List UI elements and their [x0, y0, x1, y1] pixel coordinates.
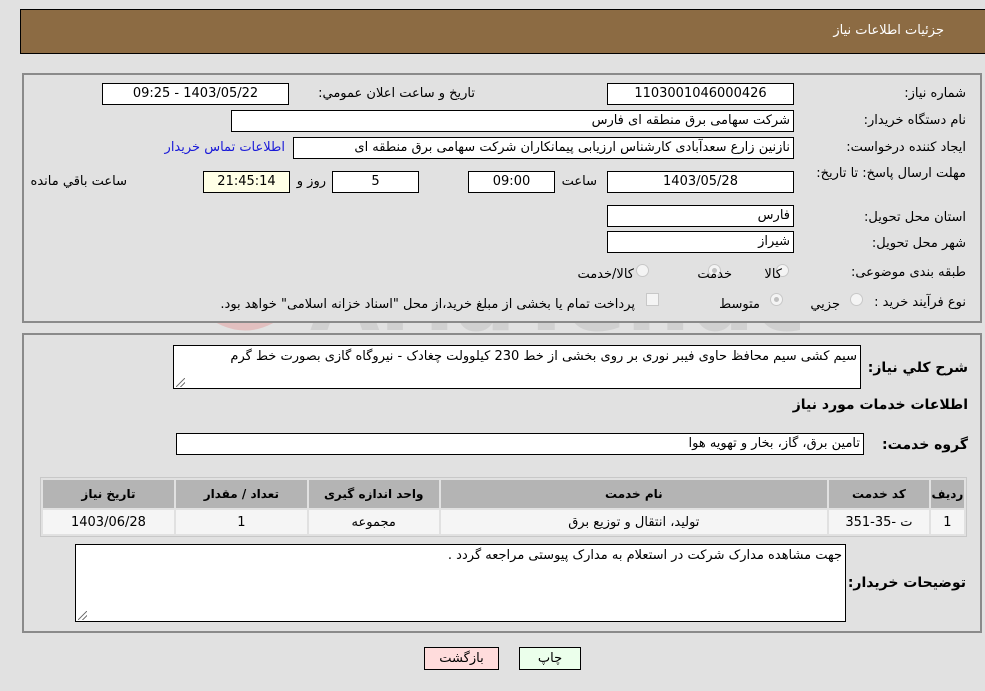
- description-text: سیم کشی سیم محافظ حاوی فیبر نوری بر روی …: [230, 349, 857, 364]
- description-label: شرح کلي نیاز:: [867, 360, 968, 376]
- table-header-row: ردیف کد خدمت نام خدمت واحد اندازه گیری ت…: [43, 480, 964, 508]
- services-table: ردیف کد خدمت نام خدمت واحد اندازه گیری ت…: [40, 477, 967, 537]
- process-radio-medium[interactable]: [770, 293, 783, 306]
- service-group-field: تامین برق، گاز، بخار و تهویه هوا: [176, 433, 864, 455]
- resize-grip-icon[interactable]: [176, 378, 185, 387]
- buyer-notes-textarea[interactable]: جهت مشاهده مدارک شرکت در استعلام به مدار…: [75, 544, 846, 622]
- cell-need-date: 1403/06/28: [43, 510, 174, 534]
- process-label: نوع فرآیند خرید :: [874, 295, 966, 310]
- buyer-org-label: نام دستگاه خریدار:: [863, 113, 966, 128]
- announce-label: تاریخ و ساعت اعلان عمومي:: [318, 86, 475, 101]
- services-heading: اطلاعات خدمات مورد نیاز: [792, 397, 968, 413]
- column-header-row-number: ردیف: [930, 480, 964, 508]
- buyer-notes-text: جهت مشاهده مدارک شرکت در استعلام به مدار…: [447, 548, 842, 563]
- province-label: استان محل تحویل:: [864, 210, 966, 225]
- resize-grip-icon[interactable]: [78, 611, 87, 620]
- category-radio-goods-service[interactable]: [636, 264, 649, 277]
- days-label: روز و: [296, 174, 326, 189]
- page-header: جزئیات اطلاعات نیاز: [20, 9, 985, 54]
- buyer-contact-link[interactable]: اطلاعات تماس خریدار: [165, 140, 285, 155]
- column-header-quantity: تعداد / مقدار: [175, 480, 307, 508]
- need-number-label: شماره نیاز:: [904, 86, 966, 101]
- process-option-medium: متوسط: [719, 297, 760, 312]
- column-header-unit: واحد اندازه گیری: [308, 480, 439, 508]
- announce-field: 1403/05/22 - 09:25: [102, 83, 289, 105]
- cell-row-number: 1: [930, 510, 964, 534]
- remaining-time-label: ساعت باقي مانده: [30, 174, 127, 189]
- category-option-service: خدمت: [697, 267, 732, 282]
- table-row: 1 ت -35-351 تولید، انتقال و توزیع برق مج…: [43, 510, 964, 534]
- details-panel: شماره نیاز: 1103001046000426 تاریخ و ساع…: [22, 73, 982, 323]
- cell-service-name: تولید، انتقال و توزیع برق: [440, 510, 828, 534]
- remaining-time-field: 21:45:14: [203, 171, 290, 193]
- summary-panel: شرح کلي نیاز: سیم کشی سیم محافظ حاوی فیب…: [22, 333, 982, 633]
- city-field: شیراز: [607, 231, 794, 253]
- page-title: جزئیات اطلاعات نیاز: [833, 23, 944, 38]
- need-number-field: 1103001046000426: [607, 83, 794, 105]
- process-option-minor: جزيي: [810, 297, 840, 312]
- print-button[interactable]: چاپ: [519, 647, 581, 670]
- creator-field: نازنین زارع سعدآبادی کارشناس ارزیابی پیم…: [293, 137, 794, 159]
- province-field: فارس: [607, 205, 794, 227]
- deadline-date-field: 1403/05/28: [607, 171, 794, 193]
- city-label: شهر محل تحویل:: [871, 236, 966, 251]
- category-option-goods: کالا: [764, 267, 782, 282]
- column-header-need-date: تاریخ نیاز: [43, 480, 174, 508]
- column-header-service-name: نام خدمت: [440, 480, 828, 508]
- creator-label: ایجاد کننده درخواست:: [846, 140, 966, 155]
- cell-unit: مجموعه: [308, 510, 439, 534]
- buyer-notes-label: توضیحات خریدار:: [847, 575, 966, 591]
- service-group-label: گروه خدمت:: [882, 437, 968, 453]
- buyer-org-field: شرکت سهامی برق منطقه ای فارس: [231, 110, 794, 132]
- deadline-label: مهلت ارسال پاسخ: تا تاریخ:: [816, 166, 966, 181]
- deadline-time-label: ساعت: [561, 174, 597, 189]
- back-button[interactable]: بازگشت: [424, 647, 499, 670]
- days-remaining-field: 5: [332, 171, 419, 193]
- cell-quantity: 1: [175, 510, 307, 534]
- treasury-note: پرداخت تمام یا بخشی از مبلغ خرید،از محل …: [220, 297, 635, 312]
- process-radio-minor[interactable]: [850, 293, 863, 306]
- category-label: طبقه بندی موضوعی:: [850, 265, 966, 280]
- category-option-goods-service: کالا/خدمت: [577, 267, 634, 282]
- deadline-time-field: 09:00: [468, 171, 555, 193]
- column-header-service-code: کد خدمت: [829, 480, 929, 508]
- cell-service-code: ت -35-351: [829, 510, 929, 534]
- treasury-checkbox[interactable]: [646, 293, 659, 306]
- description-textarea[interactable]: سیم کشی سیم محافظ حاوی فیبر نوری بر روی …: [173, 345, 861, 389]
